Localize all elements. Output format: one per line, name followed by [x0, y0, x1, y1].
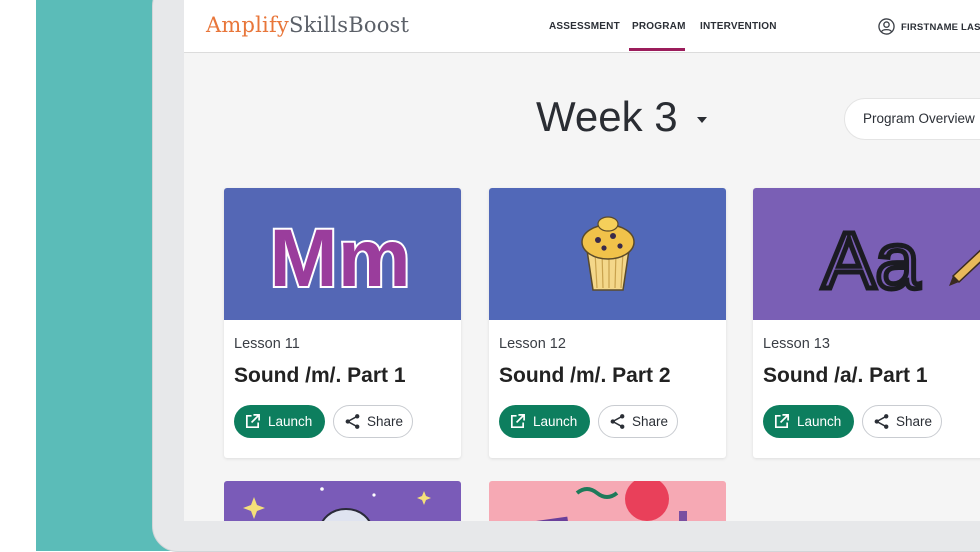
program-overview-button[interactable]: Program Overview [844, 98, 980, 140]
launch-button[interactable]: Launch [234, 405, 325, 438]
external-link-icon [245, 414, 260, 429]
share-label: Share [632, 414, 669, 429]
launch-button[interactable]: Launch [763, 405, 854, 438]
lesson-title: Sound /m/. Part 1 [234, 364, 406, 387]
nav-intervention[interactable]: INTERVENTION [700, 21, 777, 32]
logo-skillsboost-text: SkillsBoost [289, 13, 410, 37]
share-icon [345, 414, 360, 429]
art-text-mm: Mm [269, 213, 410, 304]
share-icon [874, 414, 889, 429]
user-menu-name[interactable]: FIRSTNAME LAST [901, 22, 980, 33]
external-link-icon [774, 414, 789, 429]
share-icon [610, 414, 625, 429]
lesson-number: Lesson 11 [234, 336, 300, 352]
share-button[interactable]: Share [862, 405, 942, 438]
external-link-icon [510, 414, 525, 429]
launch-label: Launch [533, 414, 578, 429]
lesson-title: Sound /a/. Part 1 [763, 364, 928, 387]
art-text-aa: Aa [822, 216, 920, 305]
share-button[interactable]: Share [333, 405, 413, 438]
share-button[interactable]: Share [598, 405, 678, 438]
lesson-art-shapes [489, 481, 726, 521]
amplify-logo[interactable]: AmplifySkillsBoost [206, 13, 409, 37]
lesson-card[interactable]: Lesson 12 Sound /m/. Part 2 Launch Share [489, 188, 726, 458]
lesson-card[interactable]: Aa Lesson 13 Sound /a/. Part 1 Launch Sh… [753, 188, 980, 458]
launch-label: Launch [797, 414, 842, 429]
app-screen: AmplifySkillsBoost ASSESSMENT PROGRAM IN… [184, 0, 980, 521]
lesson-art-mm: Mm [224, 188, 461, 320]
lesson-art-muffin [489, 188, 726, 320]
user-circle-icon[interactable] [878, 18, 895, 35]
lesson-number: Lesson 13 [763, 336, 830, 352]
share-label: Share [896, 414, 933, 429]
launch-label: Launch [268, 414, 313, 429]
lesson-art-aa: Aa [753, 188, 980, 320]
lesson-art-space [224, 481, 461, 521]
lesson-card[interactable]: Mm Lesson 11 Sound /m/. Part 1 Launch Sh… [224, 188, 461, 458]
logo-amplify-text: Amplify [206, 13, 289, 37]
nav-assessment[interactable]: ASSESSMENT [549, 21, 620, 32]
week-selector-label[interactable]: Week 3 [536, 93, 678, 141]
nav-program[interactable]: PROGRAM [632, 21, 686, 32]
caret-down-icon[interactable] [696, 116, 708, 124]
lesson-number: Lesson 12 [499, 336, 566, 352]
lesson-card-partial[interactable] [224, 481, 461, 521]
lesson-card-partial[interactable] [489, 481, 726, 521]
share-label: Share [367, 414, 404, 429]
nav-active-indicator [629, 48, 685, 51]
launch-button[interactable]: Launch [499, 405, 590, 438]
top-navigation-bar: AmplifySkillsBoost ASSESSMENT PROGRAM IN… [184, 0, 980, 53]
lesson-title: Sound /m/. Part 2 [499, 364, 671, 387]
